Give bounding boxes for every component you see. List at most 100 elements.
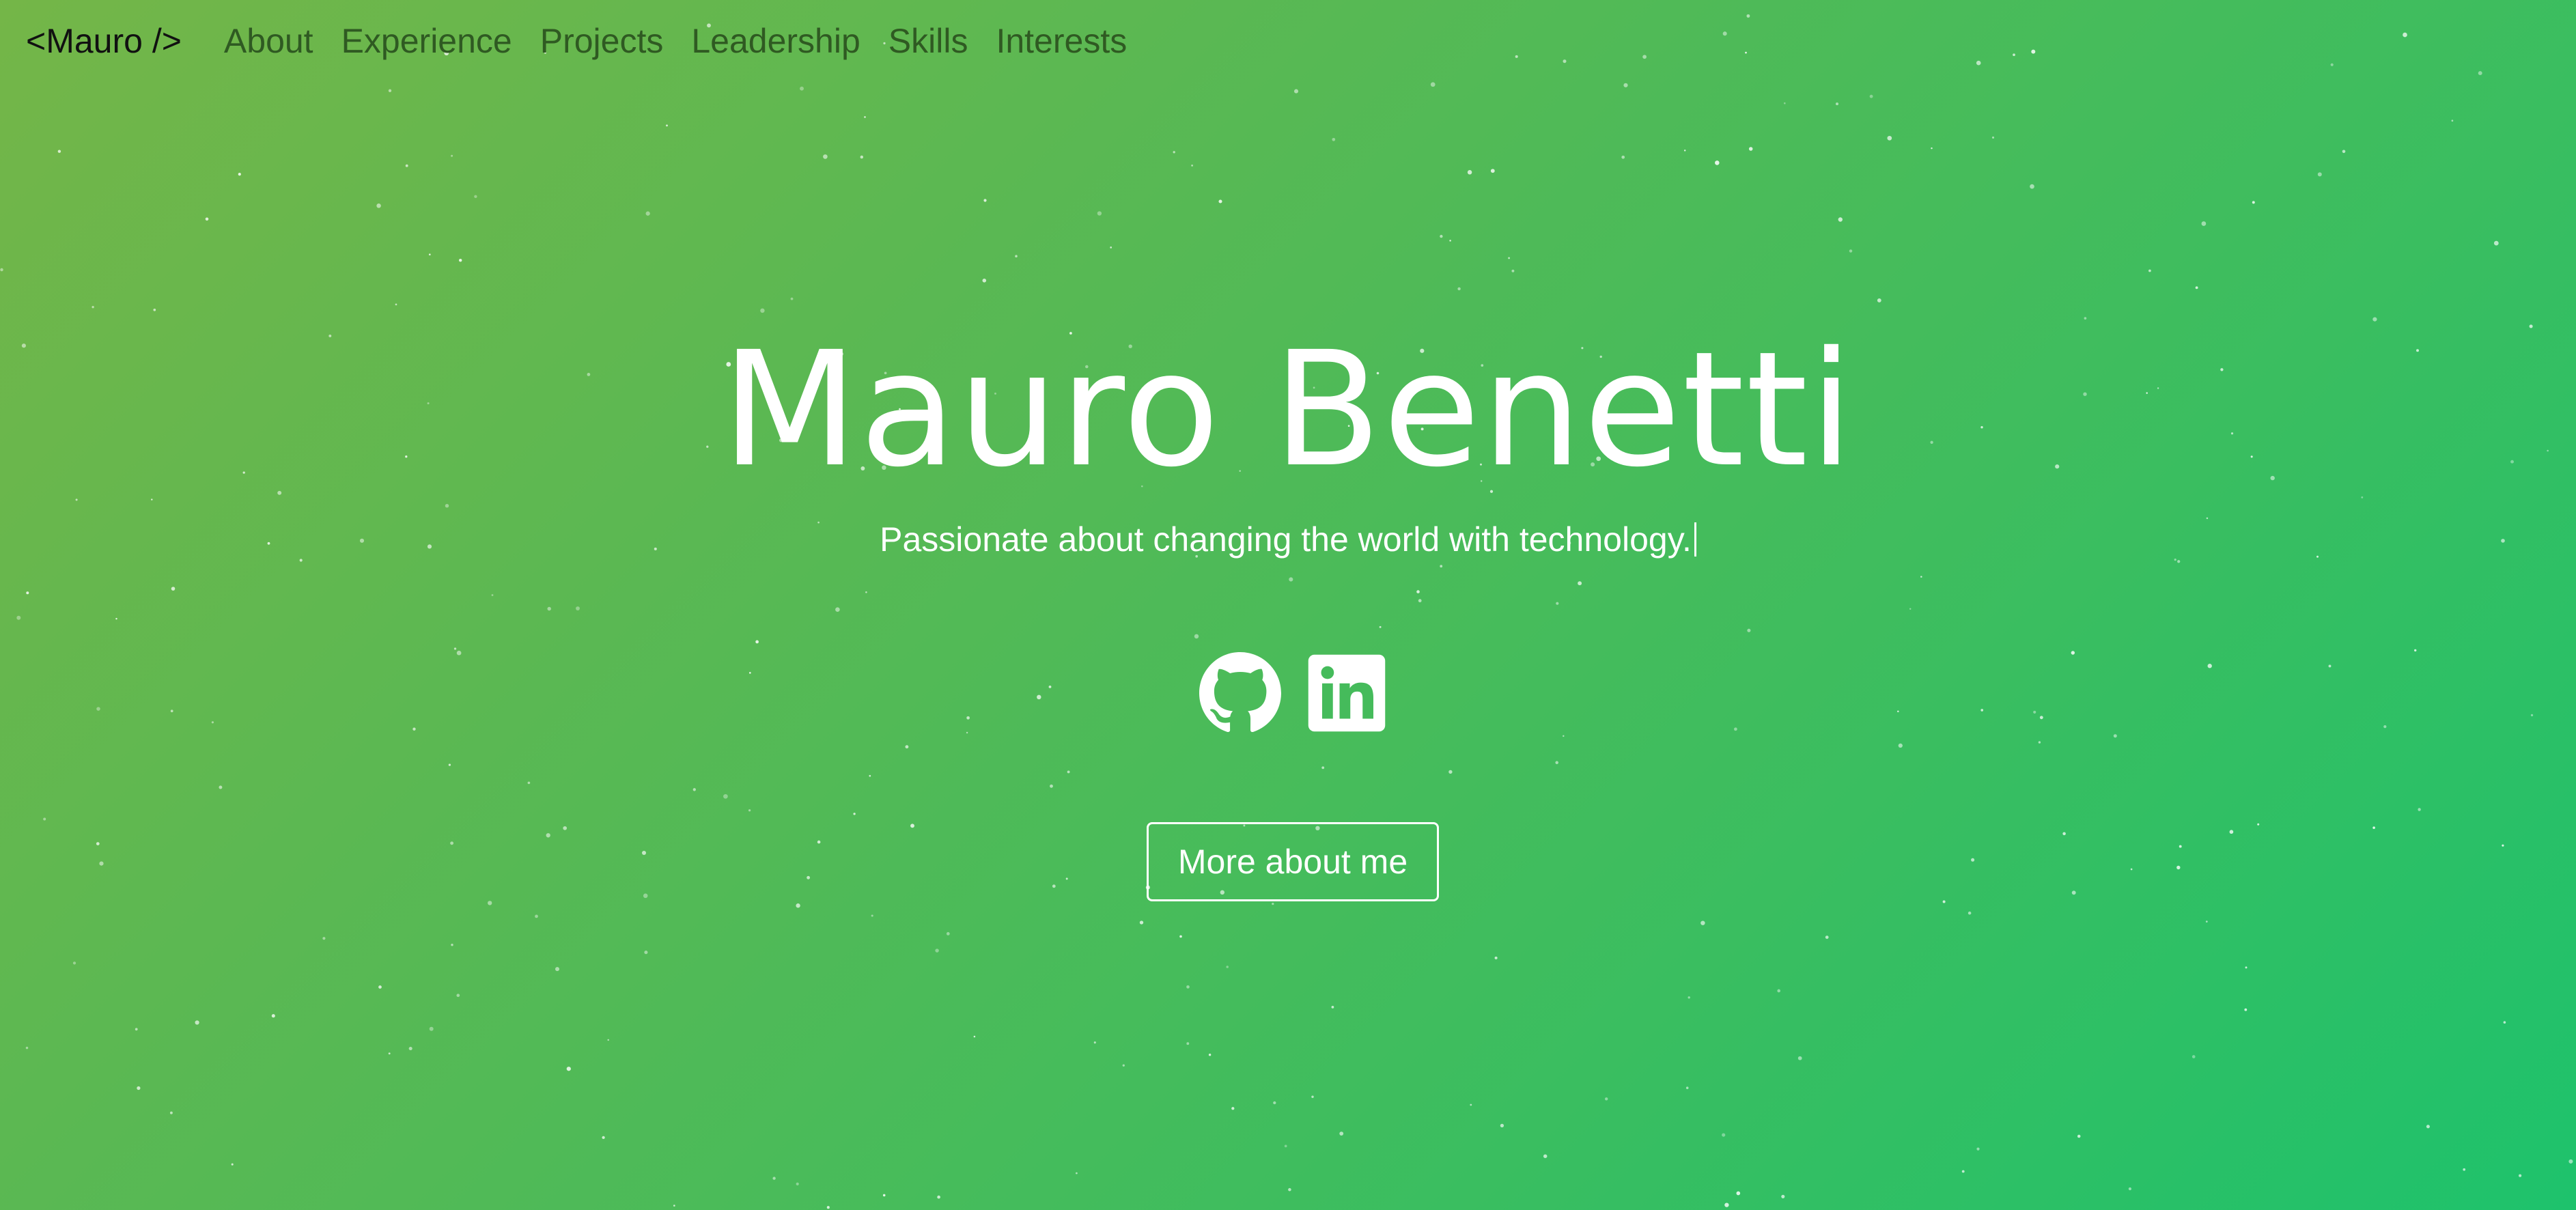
star-particle <box>1293 89 1299 94</box>
star-particle <box>2030 184 2034 189</box>
star-particle <box>1909 608 1912 610</box>
star-particle <box>2519 1174 2522 1177</box>
star-particle <box>1418 599 1422 603</box>
hero-title: Mauro Benetti <box>721 318 1855 502</box>
star-particle <box>2503 1021 2506 1024</box>
typing-cursor <box>1694 522 1696 557</box>
star-particle <box>2530 714 2534 717</box>
linkedin-icon <box>1308 654 1386 732</box>
star-particle <box>2077 1134 2081 1138</box>
star-particle <box>882 1194 886 1197</box>
star-particle <box>1186 985 1190 989</box>
star-particle <box>115 617 117 620</box>
star-particle <box>170 709 173 713</box>
star-particle <box>1050 784 1053 788</box>
star-particle <box>16 615 21 620</box>
star-particle <box>1898 743 1903 748</box>
star-particle <box>388 89 392 92</box>
star-particle <box>1015 255 1018 257</box>
nav-link-projects[interactable]: Projects <box>540 21 664 61</box>
star-particle <box>2328 664 2332 668</box>
star-particle <box>946 932 950 935</box>
star-particle <box>1311 1095 1314 1099</box>
brand-logo[interactable]: <Mauro /> <box>26 21 182 61</box>
star-particle <box>748 672 751 674</box>
nav-link-about[interactable]: About <box>224 21 313 61</box>
star-particle <box>1715 160 1720 165</box>
star-particle <box>271 1014 275 1018</box>
star-particle <box>1052 884 1056 888</box>
navbar: <Mauro /> About Experience Projects Lead… <box>0 0 2576 82</box>
star-particle <box>75 498 78 501</box>
star-particle <box>2062 832 2066 836</box>
star-particle <box>790 297 794 300</box>
star-particle <box>2038 741 2041 744</box>
star-particle <box>935 948 939 953</box>
star-particle <box>1122 1064 1125 1067</box>
star-particle <box>864 116 866 118</box>
star-particle <box>2195 286 2198 290</box>
star-particle <box>395 303 397 306</box>
star-particle <box>2342 150 2346 154</box>
star-particle <box>1543 1154 1548 1158</box>
star-particle <box>2493 240 2499 246</box>
star-particle <box>2244 1008 2248 1011</box>
star-particle <box>2148 269 2151 272</box>
star-particle <box>376 203 381 208</box>
star-particle <box>1887 135 1892 141</box>
star-particle <box>1896 710 1899 713</box>
nav-link-leadership[interactable]: Leadership <box>691 21 860 61</box>
social-links <box>1199 652 1388 734</box>
star-particle <box>388 1052 391 1055</box>
star-particle <box>1093 1041 1096 1044</box>
star-particle <box>1578 581 1582 586</box>
star-particle <box>450 841 454 845</box>
star-particle <box>1226 966 1229 968</box>
nav-link-skills[interactable]: Skills <box>888 21 968 61</box>
nav-link-interests[interactable]: Interests <box>996 21 1127 61</box>
star-particle <box>937 1195 940 1199</box>
github-link[interactable] <box>1199 652 1281 734</box>
star-particle <box>1457 287 1461 291</box>
star-particle <box>973 1035 976 1038</box>
star-particle <box>1722 1133 1726 1137</box>
nav-link-experience[interactable]: Experience <box>341 21 512 61</box>
star-particle <box>99 861 104 866</box>
more-about-me-button[interactable]: More about me <box>1147 822 1439 901</box>
star-particle <box>2245 966 2248 969</box>
star-particle <box>760 308 765 313</box>
star-particle <box>491 594 494 596</box>
star-particle <box>1284 1144 1287 1148</box>
star-particle <box>1877 298 1881 302</box>
star-particle <box>2128 1187 2132 1191</box>
star-particle <box>1048 685 1052 688</box>
star-particle <box>2383 724 2387 729</box>
star-particle <box>2229 830 2234 834</box>
star-particle <box>205 217 209 221</box>
star-particle <box>231 1163 234 1166</box>
linkedin-link[interactable] <box>1306 652 1388 734</box>
star-particle <box>1555 761 1558 765</box>
star-particle <box>1623 83 1628 87</box>
star-particle <box>692 788 696 791</box>
star-particle <box>1508 257 1511 259</box>
star-particle <box>1748 147 1753 151</box>
star-particle <box>2071 890 2076 895</box>
star-particle <box>474 195 477 199</box>
star-particle <box>826 1206 830 1209</box>
star-particle <box>2033 710 2036 714</box>
star-particle <box>2502 844 2504 847</box>
star-particle <box>456 650 462 656</box>
star-particle <box>135 1028 138 1031</box>
star-particle <box>1321 766 1325 770</box>
star-particle <box>1273 1101 1276 1105</box>
star-particle <box>1430 82 1436 87</box>
star-particle <box>860 155 864 159</box>
star-particle <box>1470 1103 1472 1106</box>
star-particle <box>72 961 76 965</box>
star-particle <box>2084 317 2087 320</box>
star-particle <box>2418 808 2421 811</box>
star-particle <box>1604 1097 1608 1101</box>
star-particle <box>2176 865 2181 870</box>
star-particle <box>1097 211 1102 216</box>
